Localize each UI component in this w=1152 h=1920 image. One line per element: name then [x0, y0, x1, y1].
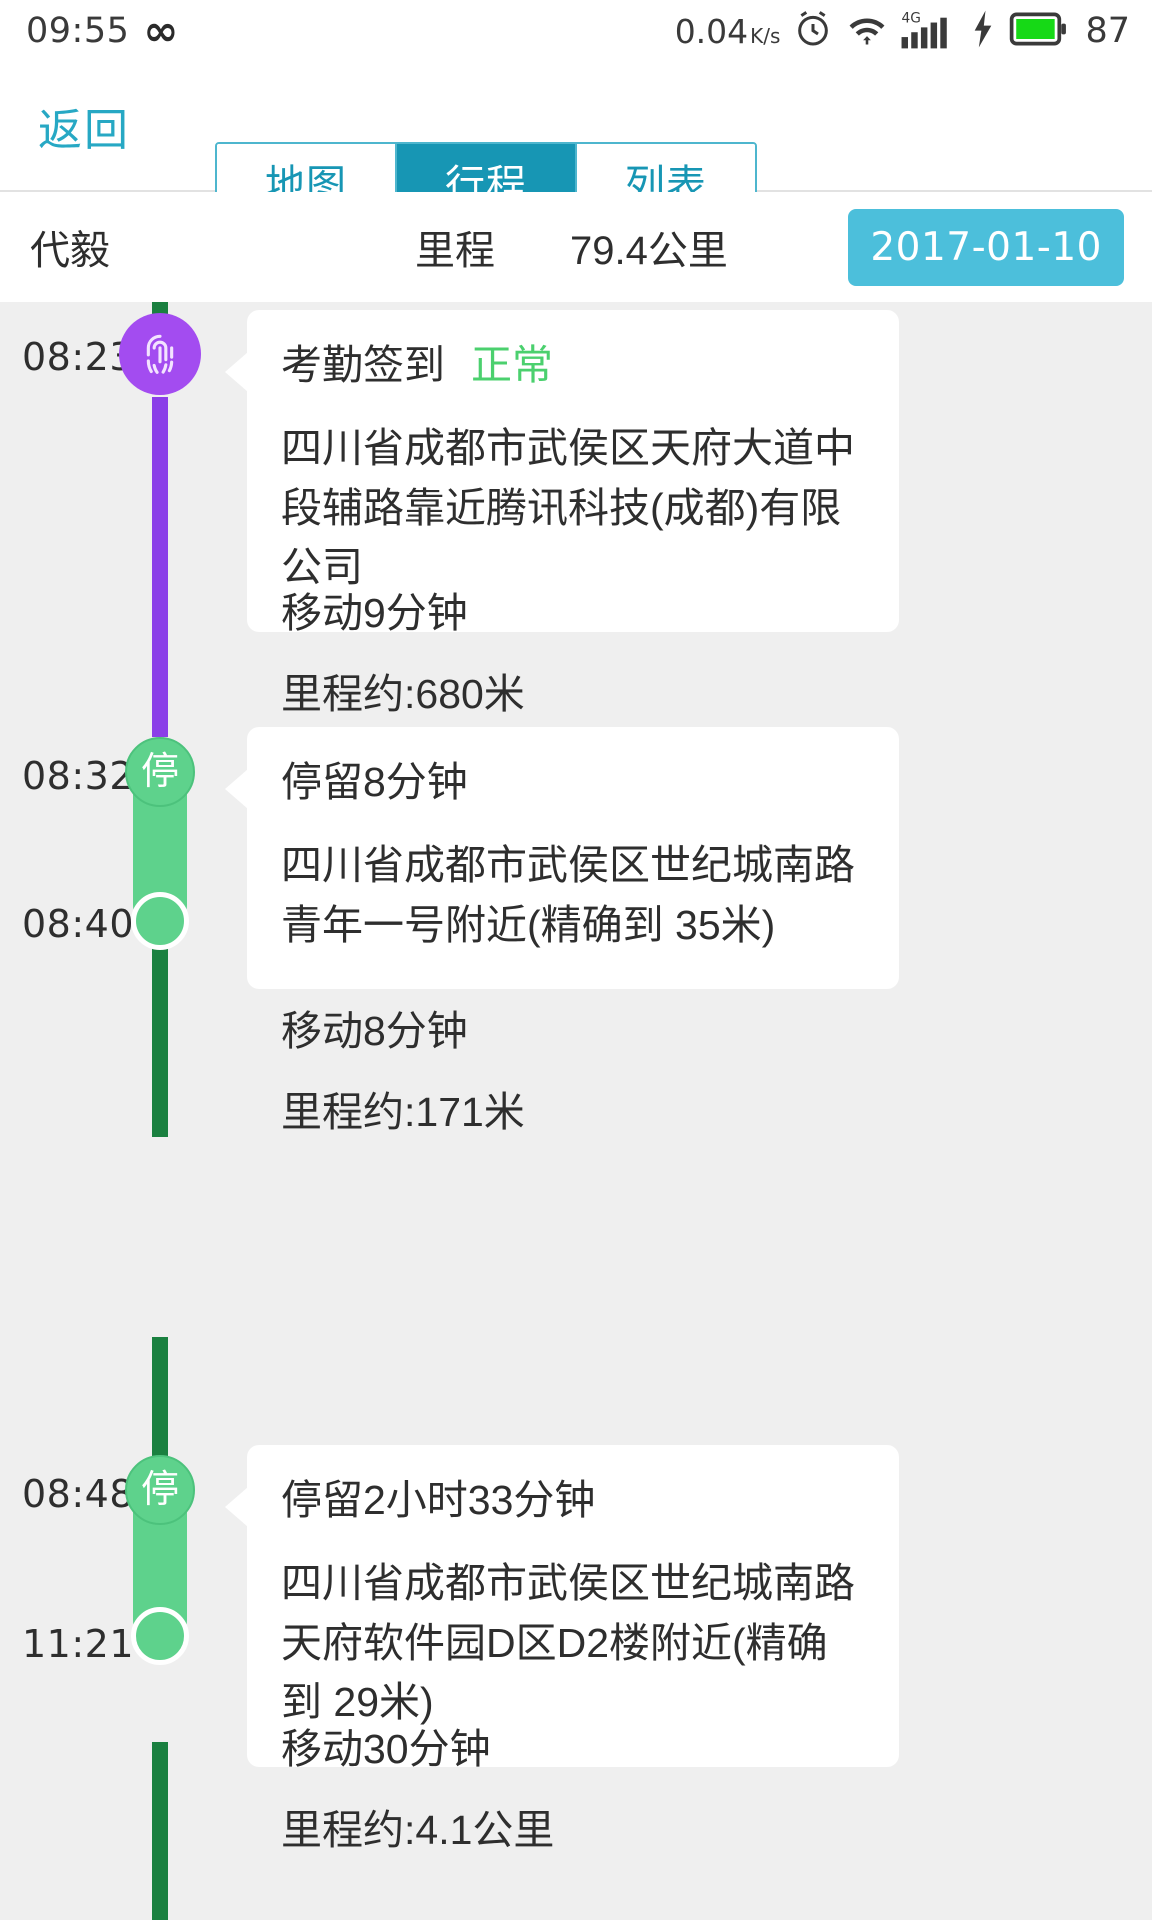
status-bar: 09:55 ∞ 0.04 K/s 4G	[0, 0, 1152, 62]
move-duration: 移动30分钟	[281, 1720, 554, 1779]
person-name: 代毅	[30, 218, 110, 276]
move-block-1: 移动9分钟 里程约:680米	[281, 584, 525, 725]
event-title-row: 考勤签到 正常	[281, 338, 865, 393]
event-title: 考勤签到	[281, 338, 445, 393]
date-picker-badge[interactable]: 2017-01-10	[848, 209, 1124, 286]
rail-segment-checkin	[152, 397, 168, 737]
signal-bars-icon: 4G	[901, 8, 957, 55]
event-card-stop-2[interactable]: 停留2小时33分钟 四川省成都市武侯区世纪城南路天府软件园D区D2楼附近(精确到…	[247, 1445, 899, 1767]
event-address: 四川省成都市武侯区世纪城南路青年一号附近(精确到 35米)	[281, 836, 865, 955]
charging-bolt-icon	[970, 9, 996, 54]
event-card-stop-1[interactable]: 停留8分钟 四川省成都市武侯区世纪城南路青年一号附近(精确到 35米)	[247, 727, 899, 989]
stop-glyph: 停	[141, 753, 179, 791]
battery-icon	[1009, 9, 1069, 54]
event-title: 停留2小时33分钟	[281, 1473, 595, 1528]
status-badge: 正常	[471, 338, 553, 393]
move-distance: 里程约:4.1公里	[281, 1801, 554, 1860]
stop-marker-1[interactable]: 停	[125, 737, 195, 807]
event-time-stop-1-start: 08:32	[22, 754, 134, 798]
event-time-checkin: 08:23	[22, 335, 134, 379]
stop-endpoint-1	[131, 892, 189, 950]
trip-timeline: 08:23 考勤签到 正常 四川省成都市武侯区天府大道中段辅路靠近腾讯科技(成都…	[0, 302, 1152, 1920]
stop-glyph: 停	[141, 1471, 179, 1509]
network-speed-value: 0.04	[675, 12, 748, 51]
event-title-row: 停留2小时33分钟	[281, 1473, 865, 1528]
back-button[interactable]: 返回	[0, 94, 130, 158]
summary-row: 代毅 里程 79.4公里 2017-01-10	[0, 192, 1152, 302]
svg-text:4G: 4G	[902, 10, 921, 26]
move-block-3: 移动30分钟 里程约:4.1公里	[281, 1720, 554, 1861]
stop-endpoint-2	[131, 1607, 189, 1665]
nav-bar: 返回 地图 行程 列表	[0, 62, 1152, 192]
move-distance: 里程约:171米	[281, 1083, 525, 1142]
stop-marker-2[interactable]: 停	[125, 1455, 195, 1525]
wifi-icon	[846, 9, 888, 54]
event-address: 四川省成都市武侯区天府大道中段辅路靠近腾讯科技(成都)有限公司	[281, 419, 865, 597]
network-speed: 0.04 K/s	[675, 12, 781, 51]
mileage-label: 里程	[415, 218, 495, 276]
alarm-clock-icon	[793, 9, 833, 54]
event-time-stop-1-end: 08:40	[22, 902, 134, 946]
mileage-value: 79.4公里	[570, 218, 728, 276]
move-distance: 里程约:680米	[281, 665, 525, 724]
status-icons: 0.04 K/s 4G	[675, 8, 1130, 55]
rail-segment-move-3	[152, 1742, 168, 1920]
event-address: 四川省成都市武侯区世纪城南路天府软件园D区D2楼附近(精确到 29米)	[281, 1554, 865, 1732]
event-title: 停留8分钟	[281, 755, 468, 810]
battery-percent: 87	[1085, 11, 1130, 51]
event-time-stop-2-end: 11:21	[22, 1622, 134, 1666]
status-clock: 09:55	[26, 11, 129, 51]
network-speed-unit: K/s	[750, 26, 780, 46]
fingerprint-icon[interactable]	[119, 313, 201, 395]
move-duration: 移动9分钟	[281, 584, 525, 643]
event-title-row: 停留8分钟	[281, 755, 865, 810]
move-duration: 移动8分钟	[281, 1002, 525, 1061]
infinity-icon: ∞	[143, 10, 178, 52]
move-block-2: 移动8分钟 里程约:171米	[281, 1002, 525, 1143]
event-time-stop-2-start: 08:48	[22, 1472, 134, 1516]
